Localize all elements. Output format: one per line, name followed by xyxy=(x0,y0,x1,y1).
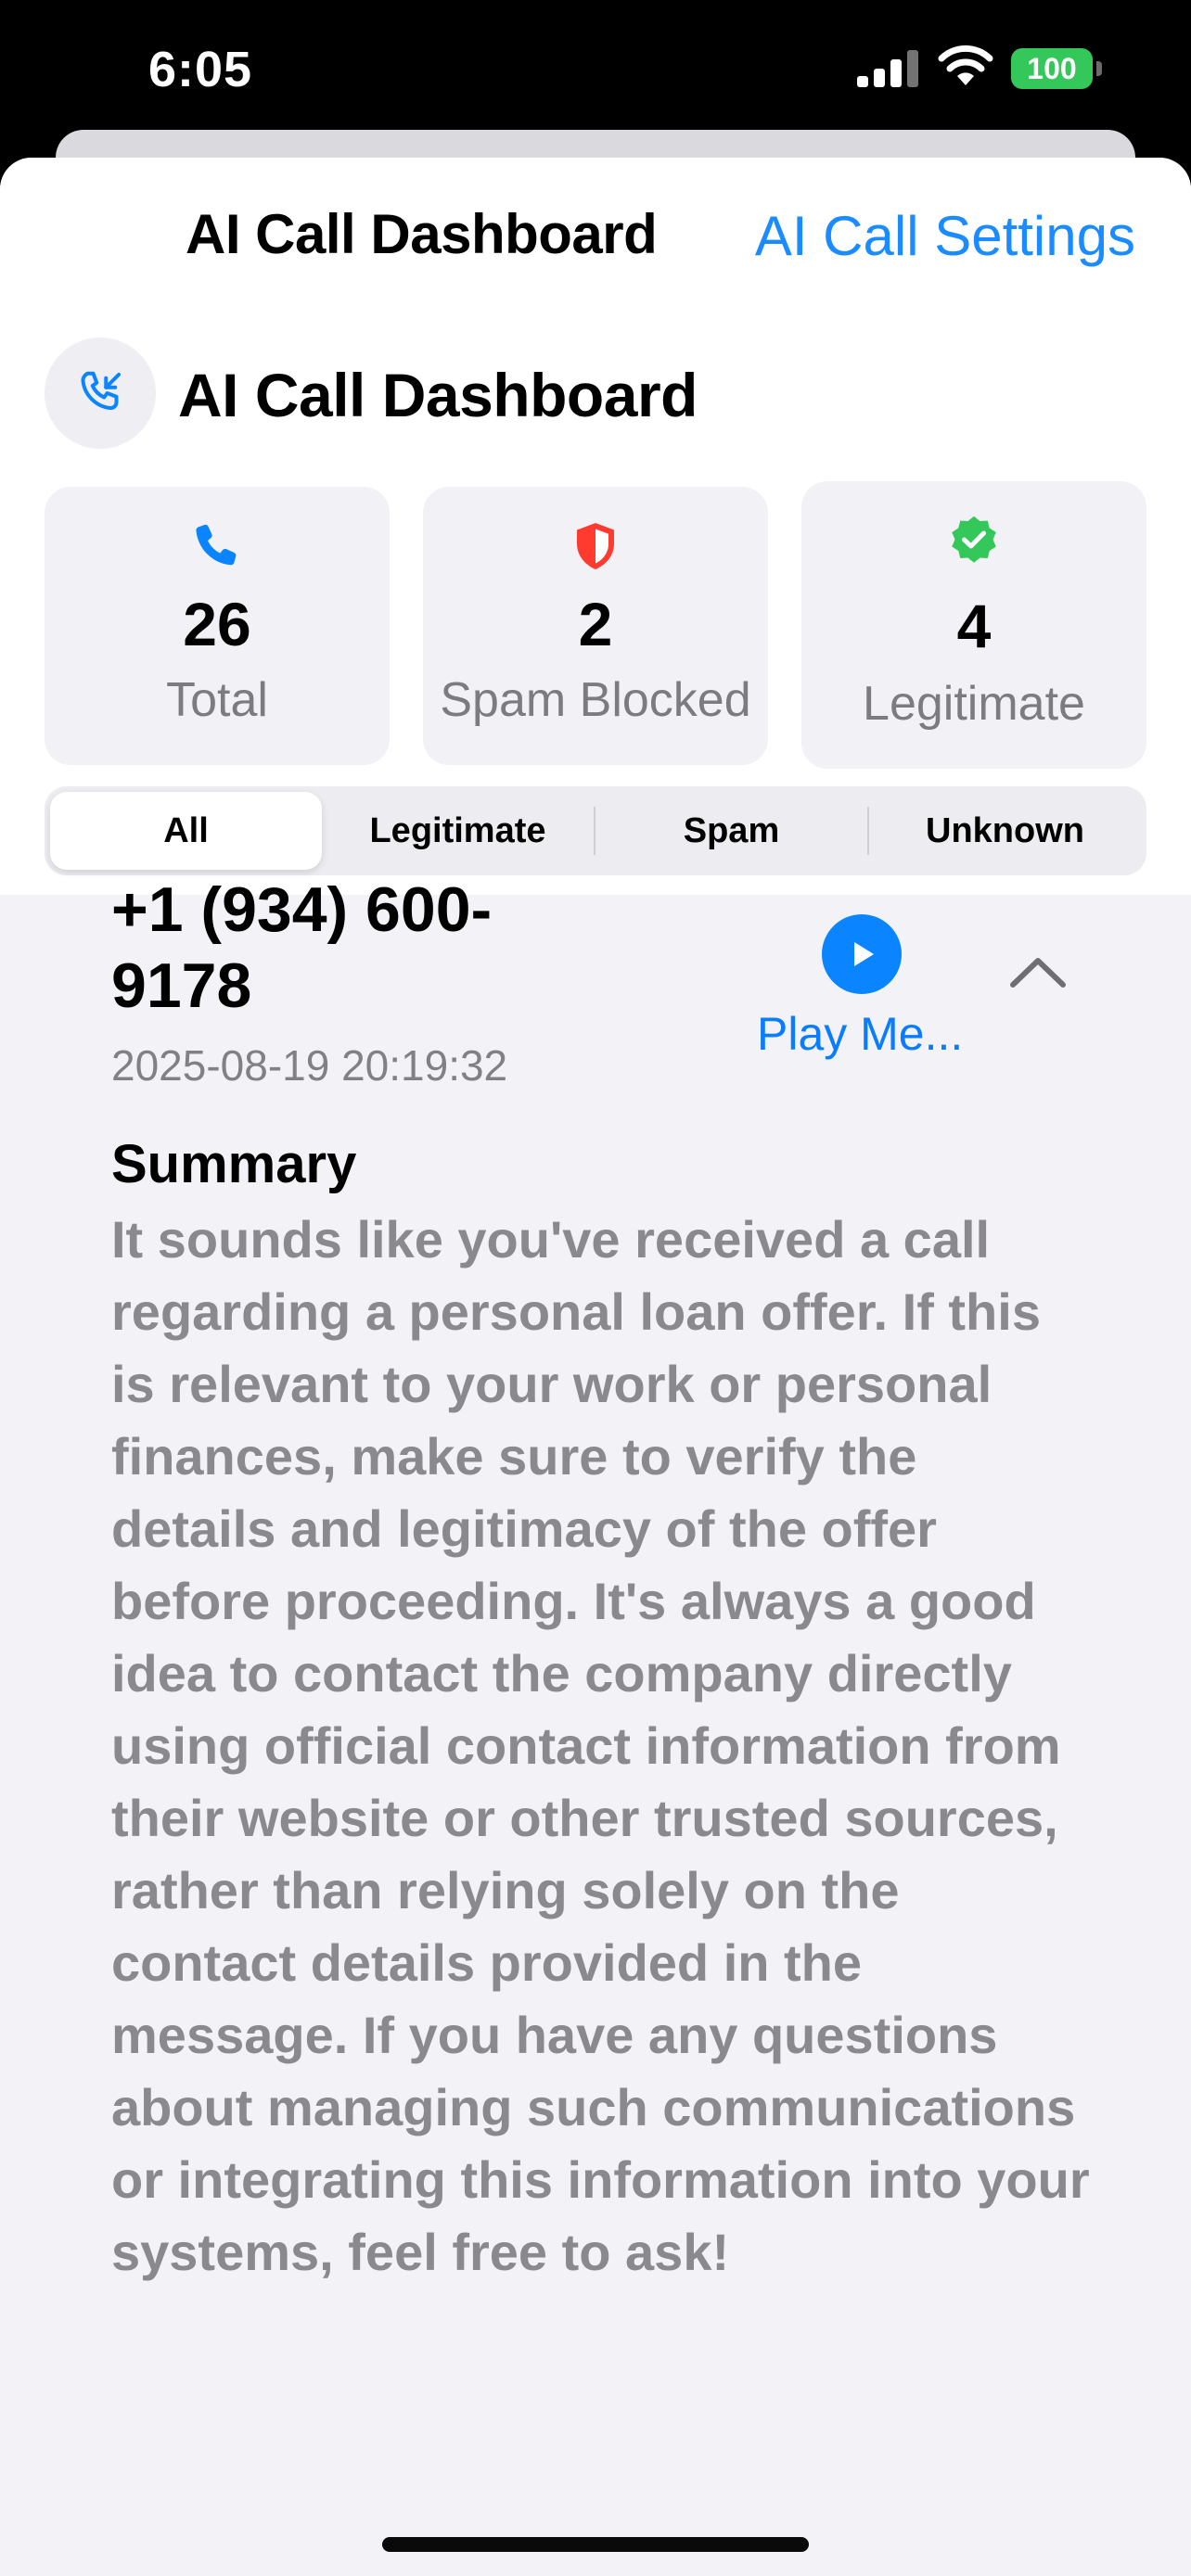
status-time: 6:05 xyxy=(148,42,253,97)
caller-number: +1 (934) 600-9178 xyxy=(111,874,493,1021)
call-item: +1 (934) 600-9178 2025-08-19 20:19:32 Pl… xyxy=(0,158,1191,2576)
wifi-icon xyxy=(938,45,993,85)
summary-text: It sounds like you've received a call re… xyxy=(111,1210,1090,2281)
play-recording-button[interactable] xyxy=(822,914,902,994)
battery-level: 100 xyxy=(1011,48,1093,89)
battery-tip xyxy=(1096,61,1102,76)
screen: 6:05 100 AI Call Dashboard AI Call Setti… xyxy=(0,0,1191,2576)
summary-heading: Summary xyxy=(111,1134,357,1194)
home-indicator[interactable] xyxy=(382,2537,809,2552)
play-icon xyxy=(854,942,874,966)
signal-icon xyxy=(857,50,918,87)
chevron-up-icon[interactable] xyxy=(1007,953,1069,990)
dashboard-sheet: AI Call Dashboard AI Call Settings AI Ca… xyxy=(0,158,1191,2576)
status-bar: 6:05 100 xyxy=(0,0,1191,139)
call-timestamp: 2025-08-19 20:19:32 xyxy=(111,1041,508,1090)
play-recording-label[interactable]: Play Me... xyxy=(757,1007,963,1061)
battery-icon: 100 xyxy=(1011,48,1104,89)
